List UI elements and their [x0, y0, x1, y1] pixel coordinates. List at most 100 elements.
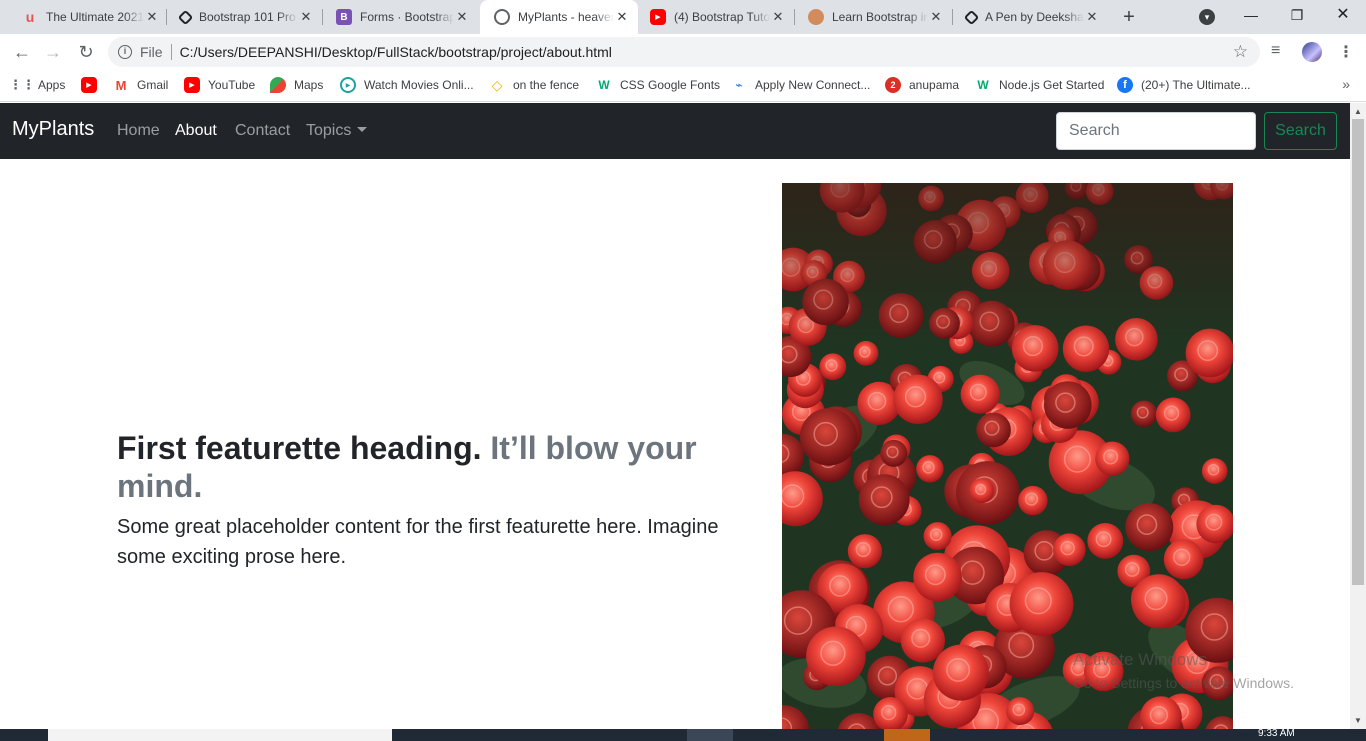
close-icon[interactable]: ✕	[144, 9, 160, 25]
close-icon[interactable]: ✕	[770, 9, 786, 25]
windows-taskbar: 9:33 AM	[0, 729, 1366, 741]
forward-icon[interactable]: →	[41, 40, 65, 64]
search-input[interactable]	[1056, 112, 1256, 150]
bookmarks-overflow-icon[interactable]: »	[1342, 76, 1350, 92]
tab-title: MyPlants - heaven	[518, 10, 614, 24]
bookmark-label: YouTube	[208, 78, 256, 92]
tab-title: Learn Bootstrap in	[832, 10, 928, 24]
facebook-icon: f	[1117, 77, 1133, 93]
tab-title: Forms · Bootstrap	[360, 10, 454, 24]
bookmark-facebook[interactable]: f (20+) The Ultimate...	[1117, 77, 1251, 93]
youtube-icon: ▶	[184, 77, 200, 93]
profile-avatar[interactable]	[1302, 42, 1322, 62]
chevron-down-icon	[357, 127, 368, 132]
close-icon[interactable]: ✕	[614, 9, 630, 25]
browser-tab-active[interactable]: MyPlants - heaven ✕	[480, 0, 638, 34]
avatar-icon	[808, 9, 824, 25]
taskbar-search[interactable]	[48, 729, 392, 741]
bookmark-label: Gmail	[137, 78, 169, 92]
nav-about[interactable]: About	[175, 122, 217, 140]
w3schools-icon: W	[598, 78, 610, 92]
bookmark-on-the-fence[interactable]: ◇ on the fence	[489, 77, 579, 93]
taskbar-app-chrome[interactable]	[687, 729, 733, 741]
scroll-up-icon[interactable]: ▲	[1354, 107, 1362, 116]
new-tab-button[interactable]: +	[1118, 6, 1140, 28]
bookmark-label: Apps	[38, 78, 66, 92]
bookmark-gmail[interactable]: M Gmail	[113, 77, 169, 93]
gmail-icon: M	[115, 77, 127, 93]
browser-tab[interactable]: B Forms · Bootstrap ✕	[322, 0, 478, 34]
featurette-lead: Some great placeholder content for the f…	[117, 516, 719, 568]
bookmark-apps[interactable]: ⋮⋮ Apps	[9, 77, 66, 93]
address-bar[interactable]: i File C:/Users/DEEPANSHI/Desktop/FullSt…	[108, 37, 1260, 67]
brand-link[interactable]: MyPlants	[12, 118, 94, 141]
tab-title: Bootstrap 101 Pro	[199, 10, 296, 24]
maps-icon	[270, 77, 286, 93]
bookmark-maps[interactable]: Maps	[270, 77, 323, 93]
page-scrollbar[interactable]: ▲ ▼	[1350, 103, 1366, 729]
close-icon[interactable]: ✕	[1084, 9, 1100, 25]
page-viewport: MyPlants Home About Contact Topics Searc…	[0, 103, 1350, 729]
nav-contact[interactable]: Contact	[235, 122, 290, 140]
info-icon[interactable]: i	[118, 45, 132, 59]
browser-tab[interactable]: u The Ultimate 2021 ✕	[8, 0, 168, 34]
bookmark-label: anupama	[909, 78, 960, 92]
minimize-icon[interactable]: —	[1228, 0, 1274, 30]
youtube-icon: ▶	[81, 77, 97, 93]
close-icon[interactable]: ✕	[928, 9, 944, 25]
tab-title: A Pen by Deeksha	[985, 10, 1084, 24]
bookmark-label: Apply New Connect...	[755, 78, 871, 92]
w3schools-icon: W	[977, 78, 989, 92]
bookmark-label: Watch Movies Onli...	[364, 78, 474, 92]
bookmark-movies[interactable]: ▶ Watch Movies Onli...	[340, 77, 474, 93]
featurette-image	[782, 183, 1233, 729]
taskbar-app-active[interactable]	[884, 729, 930, 741]
tab-title: (4) Bootstrap Tuto	[674, 10, 770, 24]
bookmark-anupama[interactable]: 2 anupama	[885, 77, 959, 93]
back-icon[interactable]: ←	[10, 40, 34, 64]
reload-icon[interactable]: ↻	[74, 40, 98, 64]
browser-tab[interactable]: Bootstrap 101 Pro ✕	[166, 0, 322, 34]
nav-topics-dropdown[interactable]: Topics	[306, 122, 368, 140]
address-scheme: File	[140, 44, 163, 60]
site-navbar: MyPlants Home About Contact Topics Searc…	[0, 103, 1350, 159]
connection-icon: ⌁	[735, 78, 743, 92]
browser-tab[interactable]: ▶ (4) Bootstrap Tuto ✕	[636, 0, 794, 34]
nav-topics-label: Topics	[306, 122, 352, 139]
bookmark-youtube[interactable]: ▶ YouTube	[184, 77, 255, 93]
bookmark-label: Node.js Get Started	[999, 78, 1105, 92]
bookmark-label: (20+) The Ultimate...	[1141, 78, 1251, 92]
browser-tab[interactable]: Learn Bootstrap in ✕	[794, 0, 952, 34]
bookmark-youtube-icon-only[interactable]: ▶	[81, 77, 105, 93]
play-circle-icon: ▶	[340, 77, 356, 93]
youtube-icon: ▶	[650, 9, 666, 25]
bookmark-star-icon[interactable]: ☆	[1233, 42, 1248, 62]
tab-search-icon[interactable]: ▾	[1199, 9, 1215, 25]
bookmark-apply-connection[interactable]: ⌁ Apply New Connect...	[731, 77, 870, 93]
window-close-icon[interactable]: ✕	[1320, 0, 1366, 30]
nav-home[interactable]: Home	[117, 122, 160, 140]
address-divider	[170, 44, 172, 60]
bookmarks-bar: ⋮⋮ Apps ▶ M Gmail ▶ YouTube Maps ▶ Watch…	[0, 70, 1366, 102]
udemy-icon: u	[25, 9, 35, 25]
globe-icon	[494, 9, 510, 25]
activate-windows-title: Activate Windows	[1073, 650, 1208, 669]
restore-icon[interactable]: ❐	[1274, 0, 1320, 30]
scrollbar-thumb[interactable]	[1352, 119, 1364, 585]
bookmark-nodejs[interactable]: W Node.js Get Started	[975, 77, 1104, 93]
codepen-icon	[963, 9, 980, 25]
search-button[interactable]: Search	[1264, 112, 1337, 150]
browser-tab[interactable]: A Pen by Deeksha ✕	[952, 0, 1108, 34]
address-url[interactable]: C:/Users/DEEPANSHI/Desktop/FullStack/boo…	[180, 44, 612, 60]
menu-kebab-icon[interactable]: ⋮	[1338, 42, 1354, 62]
activate-windows-subtitle: Go to Settings to activate Windows.	[1073, 675, 1294, 691]
begonia-flowers-image	[782, 183, 1233, 729]
close-icon[interactable]: ✕	[298, 9, 314, 25]
browser-toolbar: ← → ↻ i File C:/Users/DEEPANSHI/Desktop/…	[0, 34, 1366, 70]
bookmark-css-fonts[interactable]: W CSS Google Fonts	[596, 77, 720, 93]
codepen-icon	[177, 9, 194, 25]
media-queue-icon[interactable]: ≡	[1271, 42, 1280, 60]
scroll-down-icon[interactable]: ▼	[1354, 716, 1362, 725]
close-icon[interactable]: ✕	[454, 9, 470, 25]
taskbar-clock: 9:33 AM	[1258, 729, 1295, 739]
